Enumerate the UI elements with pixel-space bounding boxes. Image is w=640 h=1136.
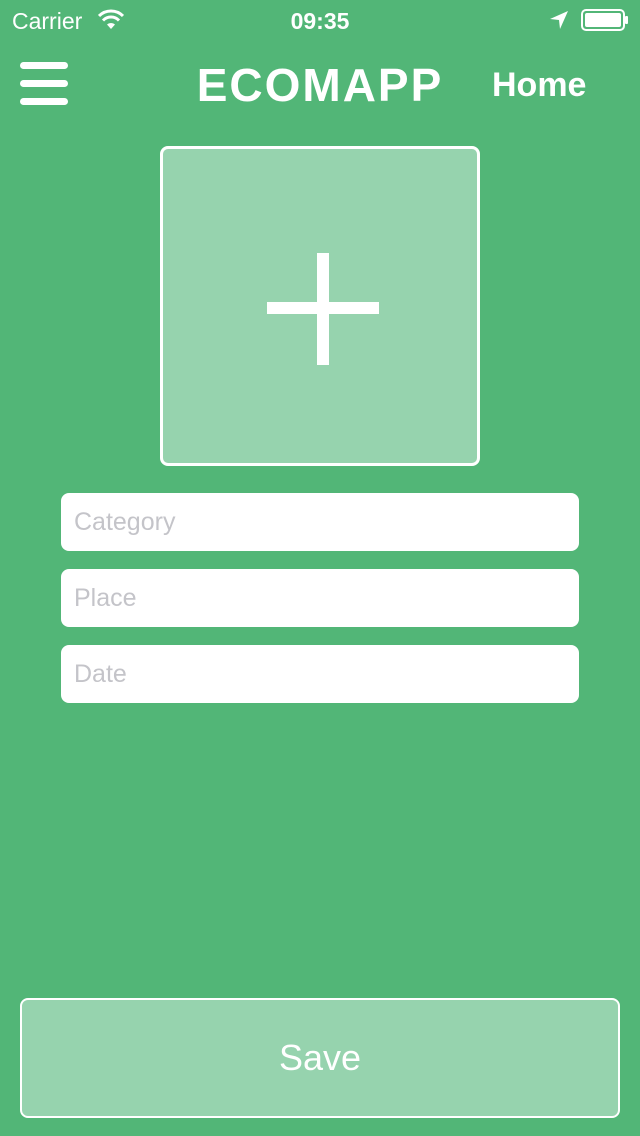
menu-bar-bottom	[20, 98, 68, 105]
add-photo-button[interactable]	[160, 146, 480, 466]
battery-icon	[581, 9, 628, 31]
menu-bar-top	[20, 62, 68, 69]
menu-bar-middle	[20, 80, 68, 87]
status-time: 09:35	[290, 8, 350, 34]
plus-icon-vertical	[317, 253, 329, 365]
home-link[interactable]: Home	[492, 64, 586, 106]
category-field[interactable]	[61, 493, 579, 551]
hamburger-menu-icon[interactable]	[20, 62, 68, 106]
app-title: ECOMAPP	[196, 59, 444, 111]
save-button[interactable]: Save	[20, 998, 620, 1118]
plus-icon	[267, 253, 379, 365]
status-bar: Carrier 09:35	[0, 0, 640, 40]
place-field[interactable]	[61, 569, 579, 627]
location-arrow-icon	[550, 11, 568, 29]
date-field[interactable]	[61, 645, 579, 703]
